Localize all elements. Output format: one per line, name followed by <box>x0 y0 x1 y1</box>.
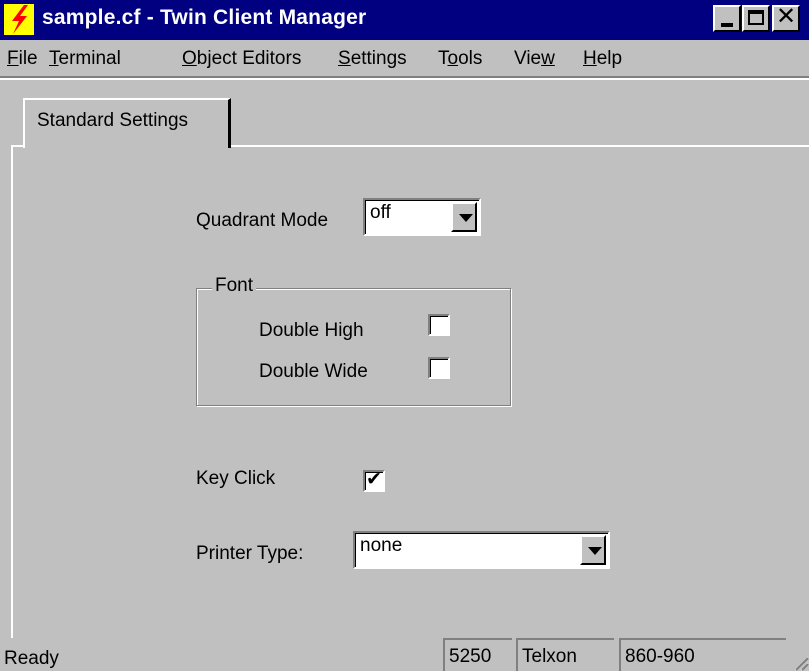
resize-grip-icon[interactable] <box>791 653 809 671</box>
quadrant-mode-label: Quadrant Mode <box>196 210 329 231</box>
menu-tools-label-b: ols <box>458 48 483 69</box>
close-button[interactable]: ✕ <box>772 5 800 32</box>
font-group-legend: Font <box>212 275 257 297</box>
app-window: sample.cf - Twin Client Manager ✕ File T… <box>0 0 809 671</box>
printer-type-select[interactable]: none <box>353 531 610 569</box>
chevron-down-icon <box>588 547 602 555</box>
tab-standard-settings[interactable]: Standard Settings <box>23 98 231 148</box>
menu-object-editors[interactable]: Object Editors <box>182 48 301 70</box>
menu-object-editors-label: bject Editors <box>196 48 302 69</box>
double-high-checkbox[interactable] <box>428 314 450 336</box>
maximize-icon <box>748 10 764 25</box>
status-pane-emulation: 5250 <box>443 638 512 671</box>
status-message: Ready <box>4 648 59 669</box>
maximize-button[interactable] <box>742 5 770 32</box>
menu-settings-label: ettings <box>350 48 407 69</box>
menu-separator <box>0 76 809 80</box>
printer-type-dropdown-button[interactable] <box>580 535 606 565</box>
double-high-label: Double High <box>259 320 364 341</box>
lightning-bolt-icon[interactable] <box>4 4 34 35</box>
tab-label: Standard Settings <box>37 110 189 131</box>
double-wide-checkbox[interactable] <box>428 357 450 379</box>
quadrant-mode-select[interactable]: off <box>363 198 481 236</box>
menu-help-label: elp <box>596 48 623 69</box>
menu-terminal[interactable]: Terminal <box>49 48 121 70</box>
minimize-icon <box>721 23 733 27</box>
title-bar[interactable]: sample.cf - Twin Client Manager ✕ <box>0 0 809 40</box>
quadrant-mode-value: off <box>370 202 391 223</box>
menu-settings[interactable]: Settings <box>338 48 407 70</box>
menu-help[interactable]: Help <box>583 48 622 70</box>
status-pane-terminal: Telxon <box>516 638 614 671</box>
checkmark-icon: ✔ <box>366 469 382 490</box>
menu-view[interactable]: View <box>514 48 555 70</box>
printer-type-label: Printer Type: <box>196 543 304 564</box>
double-wide-label: Double Wide <box>259 361 368 382</box>
status-bar: Ready 5250 Telxon 860-960 <box>0 638 809 671</box>
menu-bar: File Terminal Object Editors Settings To… <box>0 40 809 76</box>
font-groupbox <box>196 288 511 406</box>
chevron-down-icon <box>459 214 473 222</box>
menu-terminal-label: erminal <box>58 48 121 69</box>
status-pane-model: 860-960 <box>619 638 786 671</box>
minimize-button[interactable] <box>713 5 741 32</box>
quadrant-mode-dropdown-button[interactable] <box>451 202 477 232</box>
menu-file[interactable]: File <box>7 48 38 70</box>
double-high-checkbox-inner <box>430 316 448 334</box>
menu-tools-label-a: T <box>438 48 448 69</box>
printer-type-value: none <box>360 535 403 556</box>
key-click-checkbox[interactable]: ✔ <box>363 469 385 492</box>
menu-file-label: ile <box>18 48 38 69</box>
menu-tools[interactable]: Tools <box>438 48 482 70</box>
double-wide-checkbox-inner <box>430 359 448 377</box>
menu-view-label: Vie <box>514 48 542 69</box>
key-click-label: Key Click <box>196 468 276 489</box>
close-icon: ✕ <box>776 3 797 30</box>
window-title: sample.cf - Twin Client Manager <box>42 6 367 29</box>
